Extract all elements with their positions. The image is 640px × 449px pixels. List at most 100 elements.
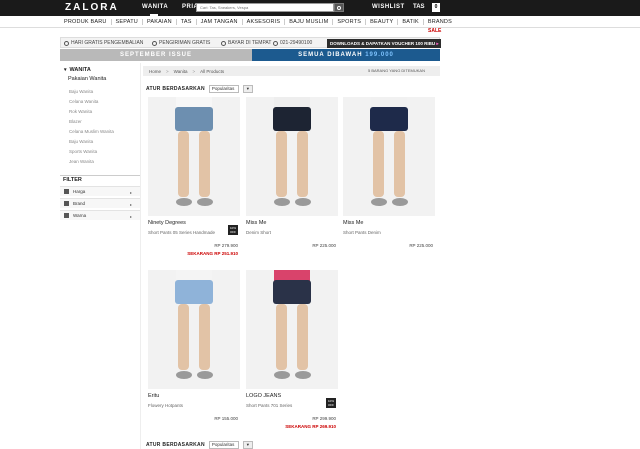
phone-service[interactable]: 021-29490100: [273, 40, 312, 46]
left-shoe: [176, 371, 192, 379]
result-count: 5 BARANG YANG DITEMUKAN: [368, 68, 425, 73]
logo[interactable]: ZALORA: [65, 2, 119, 13]
filter-brand[interactable]: Brand ▸: [60, 198, 140, 208]
product-brand[interactable]: Miss Me: [246, 220, 266, 226]
product-card[interactable]: LOGO JEANS Short Pants 701 Series 10% OF…: [246, 270, 338, 429]
search-button[interactable]: [334, 3, 344, 12]
model-photo-illustration: [273, 270, 311, 379]
promo-banner-under-price[interactable]: SEMUA DIBAWAH 199.000: [252, 49, 440, 61]
filter-price-label: Harga: [73, 189, 86, 194]
app-voucher-banner[interactable]: DOWNLOADS & DAPATKAN VOUCHER 100 RIBU ▸: [327, 39, 441, 48]
category-brands[interactable]: BRANDS: [424, 19, 456, 25]
left-leg: [373, 131, 384, 197]
sidebar-item[interactable]: Blazer: [69, 114, 140, 124]
product-name[interactable]: Short Pants 701 Series: [246, 403, 320, 409]
category-produk-baru[interactable]: PRODUK BARU: [60, 18, 112, 25]
product-card[interactable]: Miss Me Denim Short RP 225.000: [246, 97, 338, 248]
sort-direction-icon[interactable]: ▼: [242, 84, 253, 93]
left-leg: [178, 304, 189, 370]
sort-select[interactable]: Popularitas: [208, 84, 239, 93]
sort-select[interactable]: Popularitas: [208, 440, 239, 449]
chevron-down-icon: ▾: [64, 67, 67, 73]
right-shoe: [295, 198, 311, 206]
product-brand[interactable]: Ninety Degrees: [148, 220, 186, 226]
product-name[interactable]: Short Pants 05 Series Handmade: [148, 230, 222, 236]
category-sports[interactable]: SPORTS: [333, 18, 367, 25]
cod-service[interactable]: BAYAR DI TEMPAT: [221, 40, 271, 46]
breadcrumb-women[interactable]: Wanita: [174, 69, 188, 74]
category-aksesoris[interactable]: AKSESORIS: [243, 18, 286, 25]
sidebar-subsection[interactable]: Pakaian Wanita: [60, 73, 140, 82]
sidebar-item[interactable]: Baju Wanita: [69, 84, 140, 94]
cart-count-badge[interactable]: 0: [432, 3, 440, 12]
right-shoe: [392, 198, 408, 206]
sort-bar-top: ATUR BERDASARKAN Popularitas ▼: [146, 84, 266, 93]
shorts-garment: [273, 107, 311, 131]
product-photo[interactable]: [148, 97, 240, 216]
bag-link[interactable]: TAS: [413, 4, 425, 10]
sort-direction-icon[interactable]: ▼: [242, 440, 253, 449]
filter-color-label: Warna: [73, 213, 87, 218]
left-shoe: [274, 198, 290, 206]
price-icon: [64, 189, 69, 194]
category-batik[interactable]: BATIK: [398, 18, 424, 25]
category-sepatu[interactable]: SEPATU: [112, 18, 143, 25]
category-jam-tangan[interactable]: JAM TANGAN: [197, 18, 243, 25]
left-shoe: [176, 198, 192, 206]
product-brand[interactable]: Eritu: [148, 393, 159, 399]
right-leg: [297, 304, 308, 370]
product-price: RP 279.900: [214, 243, 238, 248]
sidebar-item[interactable]: Jean Wanita: [69, 154, 140, 164]
product-card[interactable]: Miss Me Short Pants Denim RP 225.000: [343, 97, 435, 248]
product-sale-price: SEKARANG RP 269.910: [285, 424, 336, 429]
filter-price[interactable]: Harga ▸: [60, 186, 140, 196]
voucher-text: DOWNLOADS & DAPATKAN VOUCHER 100 RIBU: [330, 41, 436, 46]
product-card[interactable]: Eritu Flowery Hotpants RP 155.000: [148, 270, 240, 421]
sidebar-item[interactable]: Celana Wanita: [69, 94, 140, 104]
gender-tab-women[interactable]: WANITA: [142, 4, 168, 10]
breadcrumb-home[interactable]: Home: [149, 69, 161, 74]
sale-link[interactable]: SALE: [428, 28, 441, 34]
product-price: RP 225.000: [409, 243, 433, 248]
shorts-garment: [175, 280, 213, 304]
category-pakaian[interactable]: PAKAIAN: [143, 18, 177, 25]
sidebar-item[interactable]: Celana Muslim Wanita: [69, 124, 140, 134]
product-card[interactable]: Ninety Degrees Short Pants 05 Series Han…: [148, 97, 240, 256]
return-icon: [64, 40, 69, 46]
search-input[interactable]: [197, 4, 333, 11]
sidebar-item[interactable]: Baju Wanita: [69, 134, 140, 144]
left-leg: [178, 131, 189, 197]
sidebar-section-label: WANITA: [69, 67, 91, 73]
promo-banner-september[interactable]: SEPTEMBER ISSUE: [60, 49, 252, 61]
wishlist-link[interactable]: WISHLIST: [372, 4, 405, 10]
top-bar: ZALORA WANITA PRIA WISHLIST TAS 0: [0, 0, 640, 16]
phone-label: 021-29490100: [280, 40, 313, 46]
right-shoe: [197, 198, 213, 206]
product-name[interactable]: Short Pants Denim: [343, 230, 417, 236]
product-name[interactable]: Flowery Hotpants: [148, 403, 222, 409]
free-shipping-service[interactable]: PENGIRIMAN GRATIS: [152, 40, 210, 46]
expand-icon: ▸: [129, 190, 132, 195]
sidebar-item[interactable]: Sports Wanita: [69, 144, 140, 154]
promo-under-amount: 199.000: [365, 52, 394, 58]
product-brand[interactable]: Miss Me: [343, 220, 363, 226]
returns-label: HARI GRATIS PENGEMBALIAN: [71, 40, 144, 46]
product-brand[interactable]: LOGO JEANS: [246, 393, 281, 399]
product-photo[interactable]: [343, 97, 435, 216]
product-photo[interactable]: [148, 270, 240, 389]
product-name[interactable]: Denim Short: [246, 230, 320, 236]
filter-color[interactable]: Warna ▸: [60, 210, 140, 220]
model-photo-illustration: [175, 270, 213, 379]
category-baju-muslim[interactable]: BAJU MUSLIM: [285, 18, 334, 25]
left-shoe: [371, 198, 387, 206]
sidebar-section-women[interactable]: ▾ WANITA: [60, 63, 140, 73]
product-photo[interactable]: [246, 97, 338, 216]
model-photo-illustration: [370, 97, 408, 206]
right-shoe: [295, 371, 311, 379]
product-photo[interactable]: [246, 270, 338, 389]
category-beauty[interactable]: BEAUTY: [366, 18, 399, 25]
returns-service[interactable]: HARI GRATIS PENGEMBALIAN: [64, 40, 143, 46]
sidebar-item[interactable]: Rok Wanita: [69, 104, 140, 114]
filter-divider: [60, 175, 140, 176]
category-tas[interactable]: TAS: [177, 18, 197, 25]
